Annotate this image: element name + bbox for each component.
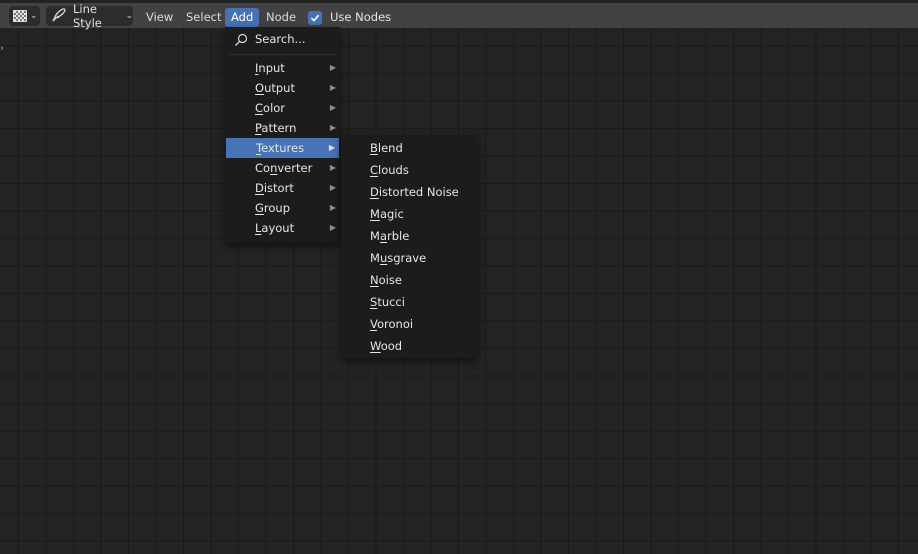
chevron-down-icon: ⌄ bbox=[125, 11, 133, 21]
mnemonic-underline: G bbox=[255, 201, 264, 215]
menu-item-label: Voronoi bbox=[370, 317, 414, 331]
menu-item-label: Clouds bbox=[370, 163, 409, 177]
submenu-arrow-icon: ▶ bbox=[329, 63, 336, 72]
mnemonic-underline: B bbox=[370, 141, 378, 155]
menu-item-label: Color bbox=[255, 101, 286, 115]
mnemonic-underline: C bbox=[255, 101, 264, 115]
mnemonic-underline: P bbox=[255, 121, 262, 135]
add-menu-item-color[interactable]: Color ▶ bbox=[225, 98, 340, 118]
texture-item-distorted-noise[interactable]: Distorted Noise bbox=[341, 181, 477, 203]
checkmark-icon bbox=[310, 14, 320, 22]
menu-item-label: Input bbox=[255, 61, 285, 75]
toolbar-expand-icon[interactable]: › bbox=[0, 41, 8, 57]
mnemonic-underline: D bbox=[370, 185, 379, 199]
shader-type-label: Line Style bbox=[73, 2, 102, 30]
submenu-arrow-icon: ▶ bbox=[329, 163, 336, 172]
texture-item-marble[interactable]: Marble bbox=[341, 225, 477, 247]
texture-item-stucci[interactable]: Stucci bbox=[341, 291, 477, 313]
chevron-down-icon: ⌄ bbox=[30, 11, 38, 21]
add-menu-item-layout[interactable]: Layout ▶ bbox=[225, 218, 340, 238]
menu-item-label: Marble bbox=[370, 229, 410, 243]
menu-separator bbox=[229, 54, 336, 55]
use-nodes-label[interactable]: Use Nodes bbox=[330, 8, 391, 27]
texture-checker-icon bbox=[13, 10, 27, 22]
mnemonic-underline: u bbox=[379, 251, 388, 265]
header-bar: ⌄ Line Style ⌄ View Select Add Node Use … bbox=[0, 2, 918, 30]
add-menu-item-output[interactable]: Output ▶ bbox=[225, 78, 340, 98]
menu-view[interactable]: View bbox=[140, 8, 179, 27]
brush-stroke-icon bbox=[51, 7, 67, 26]
mnemonic-underline: V bbox=[370, 317, 377, 331]
submenu-arrow-icon: ▶ bbox=[329, 223, 336, 232]
submenu-arrow-icon: ▶ bbox=[329, 83, 336, 92]
add-menu-item-distort[interactable]: Distort ▶ bbox=[225, 178, 340, 198]
texture-item-magic[interactable]: Magic bbox=[341, 203, 477, 225]
mnemonic-underline: a bbox=[379, 229, 387, 243]
add-menu-item-converter[interactable]: Converter ▶ bbox=[225, 158, 340, 178]
menu-item-label: Distorted Noise bbox=[370, 185, 459, 199]
submenu-arrow-icon: ▶ bbox=[329, 183, 336, 192]
add-menu: Search... Input ▶ Output ▶ Color ▶ Pattern ▶ Tex… bbox=[225, 27, 340, 243]
mnemonic-underline: n bbox=[270, 161, 278, 175]
menu-add[interactable]: Add bbox=[225, 8, 260, 27]
menu-item-label: Magic bbox=[370, 207, 404, 221]
submenu-arrow-icon: ▶ bbox=[329, 123, 336, 132]
mnemonic-underline: N bbox=[370, 273, 379, 287]
submenu-arrow-icon: ▶ bbox=[328, 143, 335, 152]
menu-item-label: Converter bbox=[255, 161, 313, 175]
menu-select[interactable]: Select bbox=[180, 8, 227, 27]
submenu-arrow-icon: ▶ bbox=[329, 103, 336, 112]
texture-item-blend[interactable]: Blend bbox=[341, 137, 477, 159]
texture-item-clouds[interactable]: Clouds bbox=[341, 159, 477, 181]
menu-item-label: Layout bbox=[255, 221, 295, 235]
mnemonic-underline: D bbox=[255, 181, 264, 195]
mnemonic-underline: L bbox=[255, 221, 262, 235]
shader-type-selector[interactable]: Line Style ⌄ bbox=[46, 2, 133, 30]
add-menu-item-pattern[interactable]: Pattern ▶ bbox=[225, 118, 340, 138]
search-icon bbox=[234, 33, 248, 53]
editor-type-selector[interactable]: ⌄ bbox=[9, 6, 40, 26]
menu-item-label: Noise bbox=[370, 273, 402, 287]
menu-item-label: Wood bbox=[370, 339, 403, 353]
texture-item-musgrave[interactable]: Musgrave bbox=[341, 247, 477, 269]
search-label: Search... bbox=[255, 32, 306, 46]
menu-node[interactable]: Node bbox=[260, 8, 302, 27]
menu-item-label: Output bbox=[255, 81, 295, 95]
menu-item-label: Stucci bbox=[370, 295, 405, 309]
menu-item-label: Musgrave bbox=[370, 251, 427, 265]
mnemonic-underline: S bbox=[370, 295, 378, 309]
mnemonic-underline: W bbox=[370, 339, 381, 353]
mnemonic-underline: T bbox=[256, 141, 262, 155]
add-menu-item-textures[interactable]: Textures ▶ bbox=[226, 138, 339, 158]
textures-submenu: Blend Clouds Distorted Noise Magic Marble Mus… bbox=[341, 135, 477, 358]
add-menu-item-group[interactable]: Group ▶ bbox=[225, 198, 340, 218]
menu-item-label: Distort bbox=[255, 181, 294, 195]
texture-item-noise[interactable]: Noise bbox=[341, 269, 477, 291]
mnemonic-underline: I bbox=[255, 61, 259, 75]
menu-item-label: Textures bbox=[256, 141, 305, 155]
texture-item-voronoi[interactable]: Voronoi bbox=[341, 313, 477, 335]
use-nodes-checkbox[interactable] bbox=[308, 11, 322, 25]
submenu-arrow-icon: ▶ bbox=[329, 203, 336, 212]
menu-item-label: Group bbox=[255, 201, 291, 215]
texture-item-wood[interactable]: Wood bbox=[341, 335, 477, 357]
mnemonic-underline: M bbox=[370, 207, 380, 221]
menu-item-label: Pattern bbox=[255, 121, 297, 135]
mnemonic-underline: O bbox=[255, 81, 265, 95]
search-menu-item[interactable]: Search... bbox=[225, 29, 340, 49]
add-menu-item-input[interactable]: Input ▶ bbox=[225, 58, 340, 78]
mnemonic-underline: C bbox=[370, 163, 379, 177]
menu-item-label: Blend bbox=[370, 141, 403, 155]
